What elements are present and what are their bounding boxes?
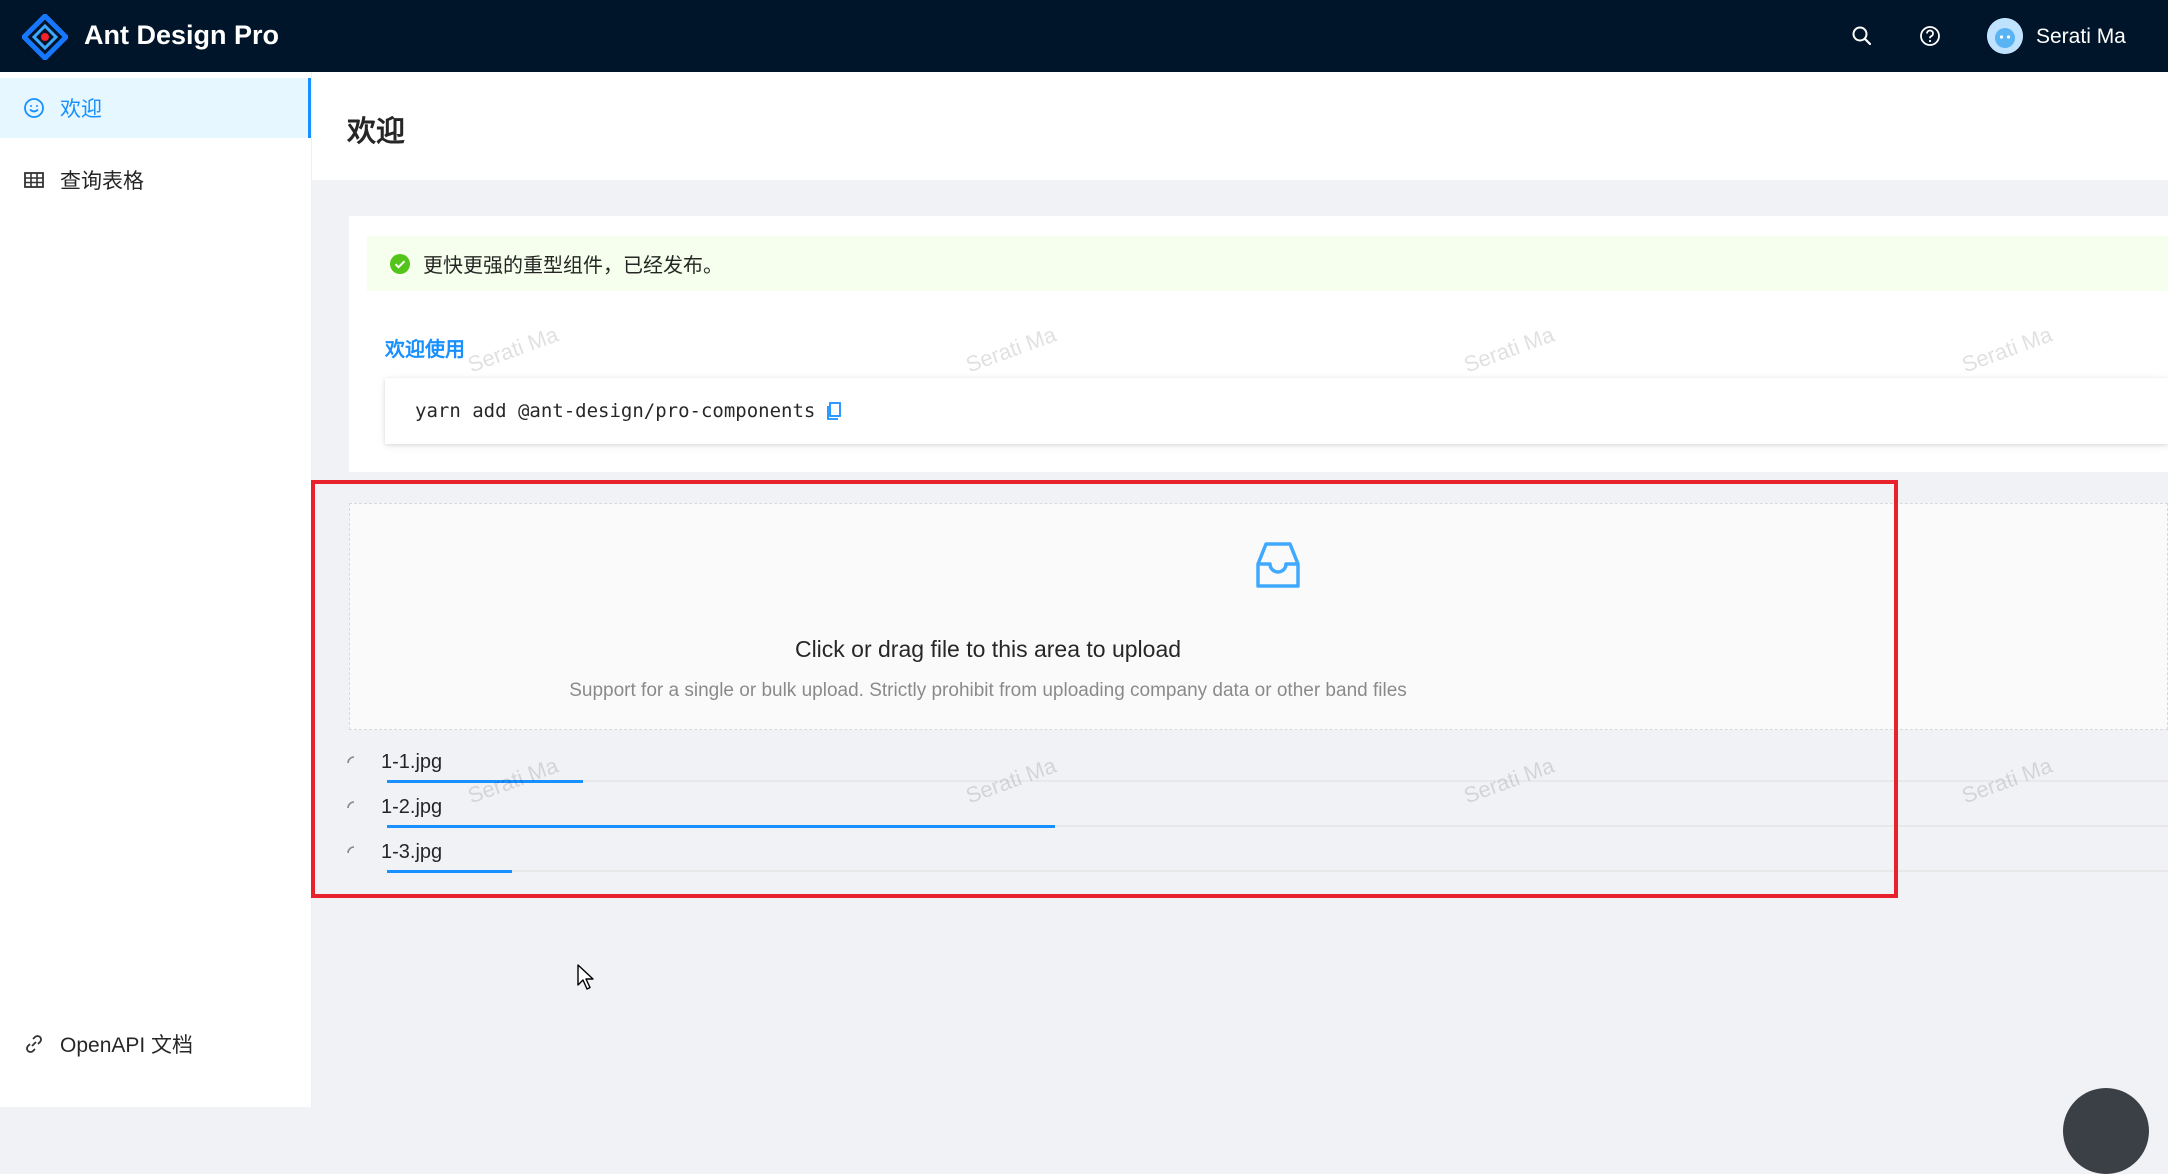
upload-list-item: 1-2.jpg — [346, 792, 2168, 836]
check-circle-icon — [390, 253, 410, 274]
progress-fill — [387, 824, 1055, 828]
upload-hint: Support for a single or bulk upload. Str… — [569, 680, 1407, 701]
progress-bar — [387, 869, 2168, 873]
progress-fill — [387, 779, 583, 783]
user-avatar[interactable] — [1987, 18, 2023, 54]
progress-bar — [387, 779, 2168, 783]
upload-list-item: 1-3.jpg — [346, 837, 2168, 881]
sidebar-item-label: 欢迎 — [60, 98, 102, 121]
user-name[interactable]: Serati Ma — [2036, 25, 2126, 49]
upload-text: Click or drag file to this area to uploa… — [794, 636, 1182, 662]
page-title: 欢迎 — [347, 116, 406, 148]
file-name[interactable]: 1-2.jpg — [381, 796, 442, 819]
loading-icon — [347, 801, 355, 809]
upload-dropzone[interactable]: Click or drag file to this area to uploa… — [349, 503, 2168, 730]
sidebar-item-openapi-docs[interactable]: OpenAPI 文档 — [0, 1014, 311, 1074]
sidebar-item-table-list[interactable]: 查询表格 — [0, 150, 311, 210]
file-name[interactable]: 1-1.jpg — [381, 751, 442, 774]
inbox-icon — [1256, 542, 1300, 588]
top-header: Ant Design Pro Serati Ma — [0, 0, 2168, 72]
loading-icon — [347, 756, 355, 764]
copy-icon[interactable] — [823, 400, 845, 422]
question-circle-icon[interactable] — [1916, 22, 1944, 50]
ant-design-logo-icon[interactable] — [22, 14, 68, 60]
upload-list-item: 1-1.jpg — [346, 747, 2168, 791]
alert-message: 更快更强的重型组件，已经发布。 — [423, 255, 723, 277]
loading-icon — [347, 846, 355, 854]
sidebar: 欢迎 查询表格 OpenAPI 文档 — [0, 72, 312, 1107]
page-header: 欢迎 — [312, 72, 2168, 180]
sidebar-item-label: 查询表格 — [60, 170, 144, 193]
sidebar-item-label: OpenAPI 文档 — [60, 1034, 194, 1057]
floating-action-button[interactable] — [2063, 1088, 2149, 1174]
install-command: yarn add @ant-design/pro-components — [415, 400, 816, 422]
sidebar-item-welcome[interactable]: 欢迎 — [0, 78, 311, 138]
search-icon[interactable] — [1848, 22, 1876, 50]
welcome-card: 更快更强的重型组件，已经发布。 欢迎使用 yarn add @ant-desig… — [349, 216, 2168, 472]
welcome-link[interactable]: 欢迎使用 — [385, 333, 465, 362]
progress-fill — [387, 869, 512, 873]
code-block: yarn add @ant-design/pro-components — [385, 378, 2168, 444]
file-name[interactable]: 1-3.jpg — [381, 841, 442, 864]
table-icon — [24, 172, 44, 188]
success-alert: 更快更强的重型组件，已经发布。 — [367, 236, 2168, 291]
link-icon — [26, 1035, 42, 1053]
app-title[interactable]: Ant Design Pro — [84, 20, 279, 51]
progress-bar — [387, 824, 2168, 828]
smile-icon — [24, 98, 44, 118]
mouse-cursor-icon — [577, 964, 594, 990]
